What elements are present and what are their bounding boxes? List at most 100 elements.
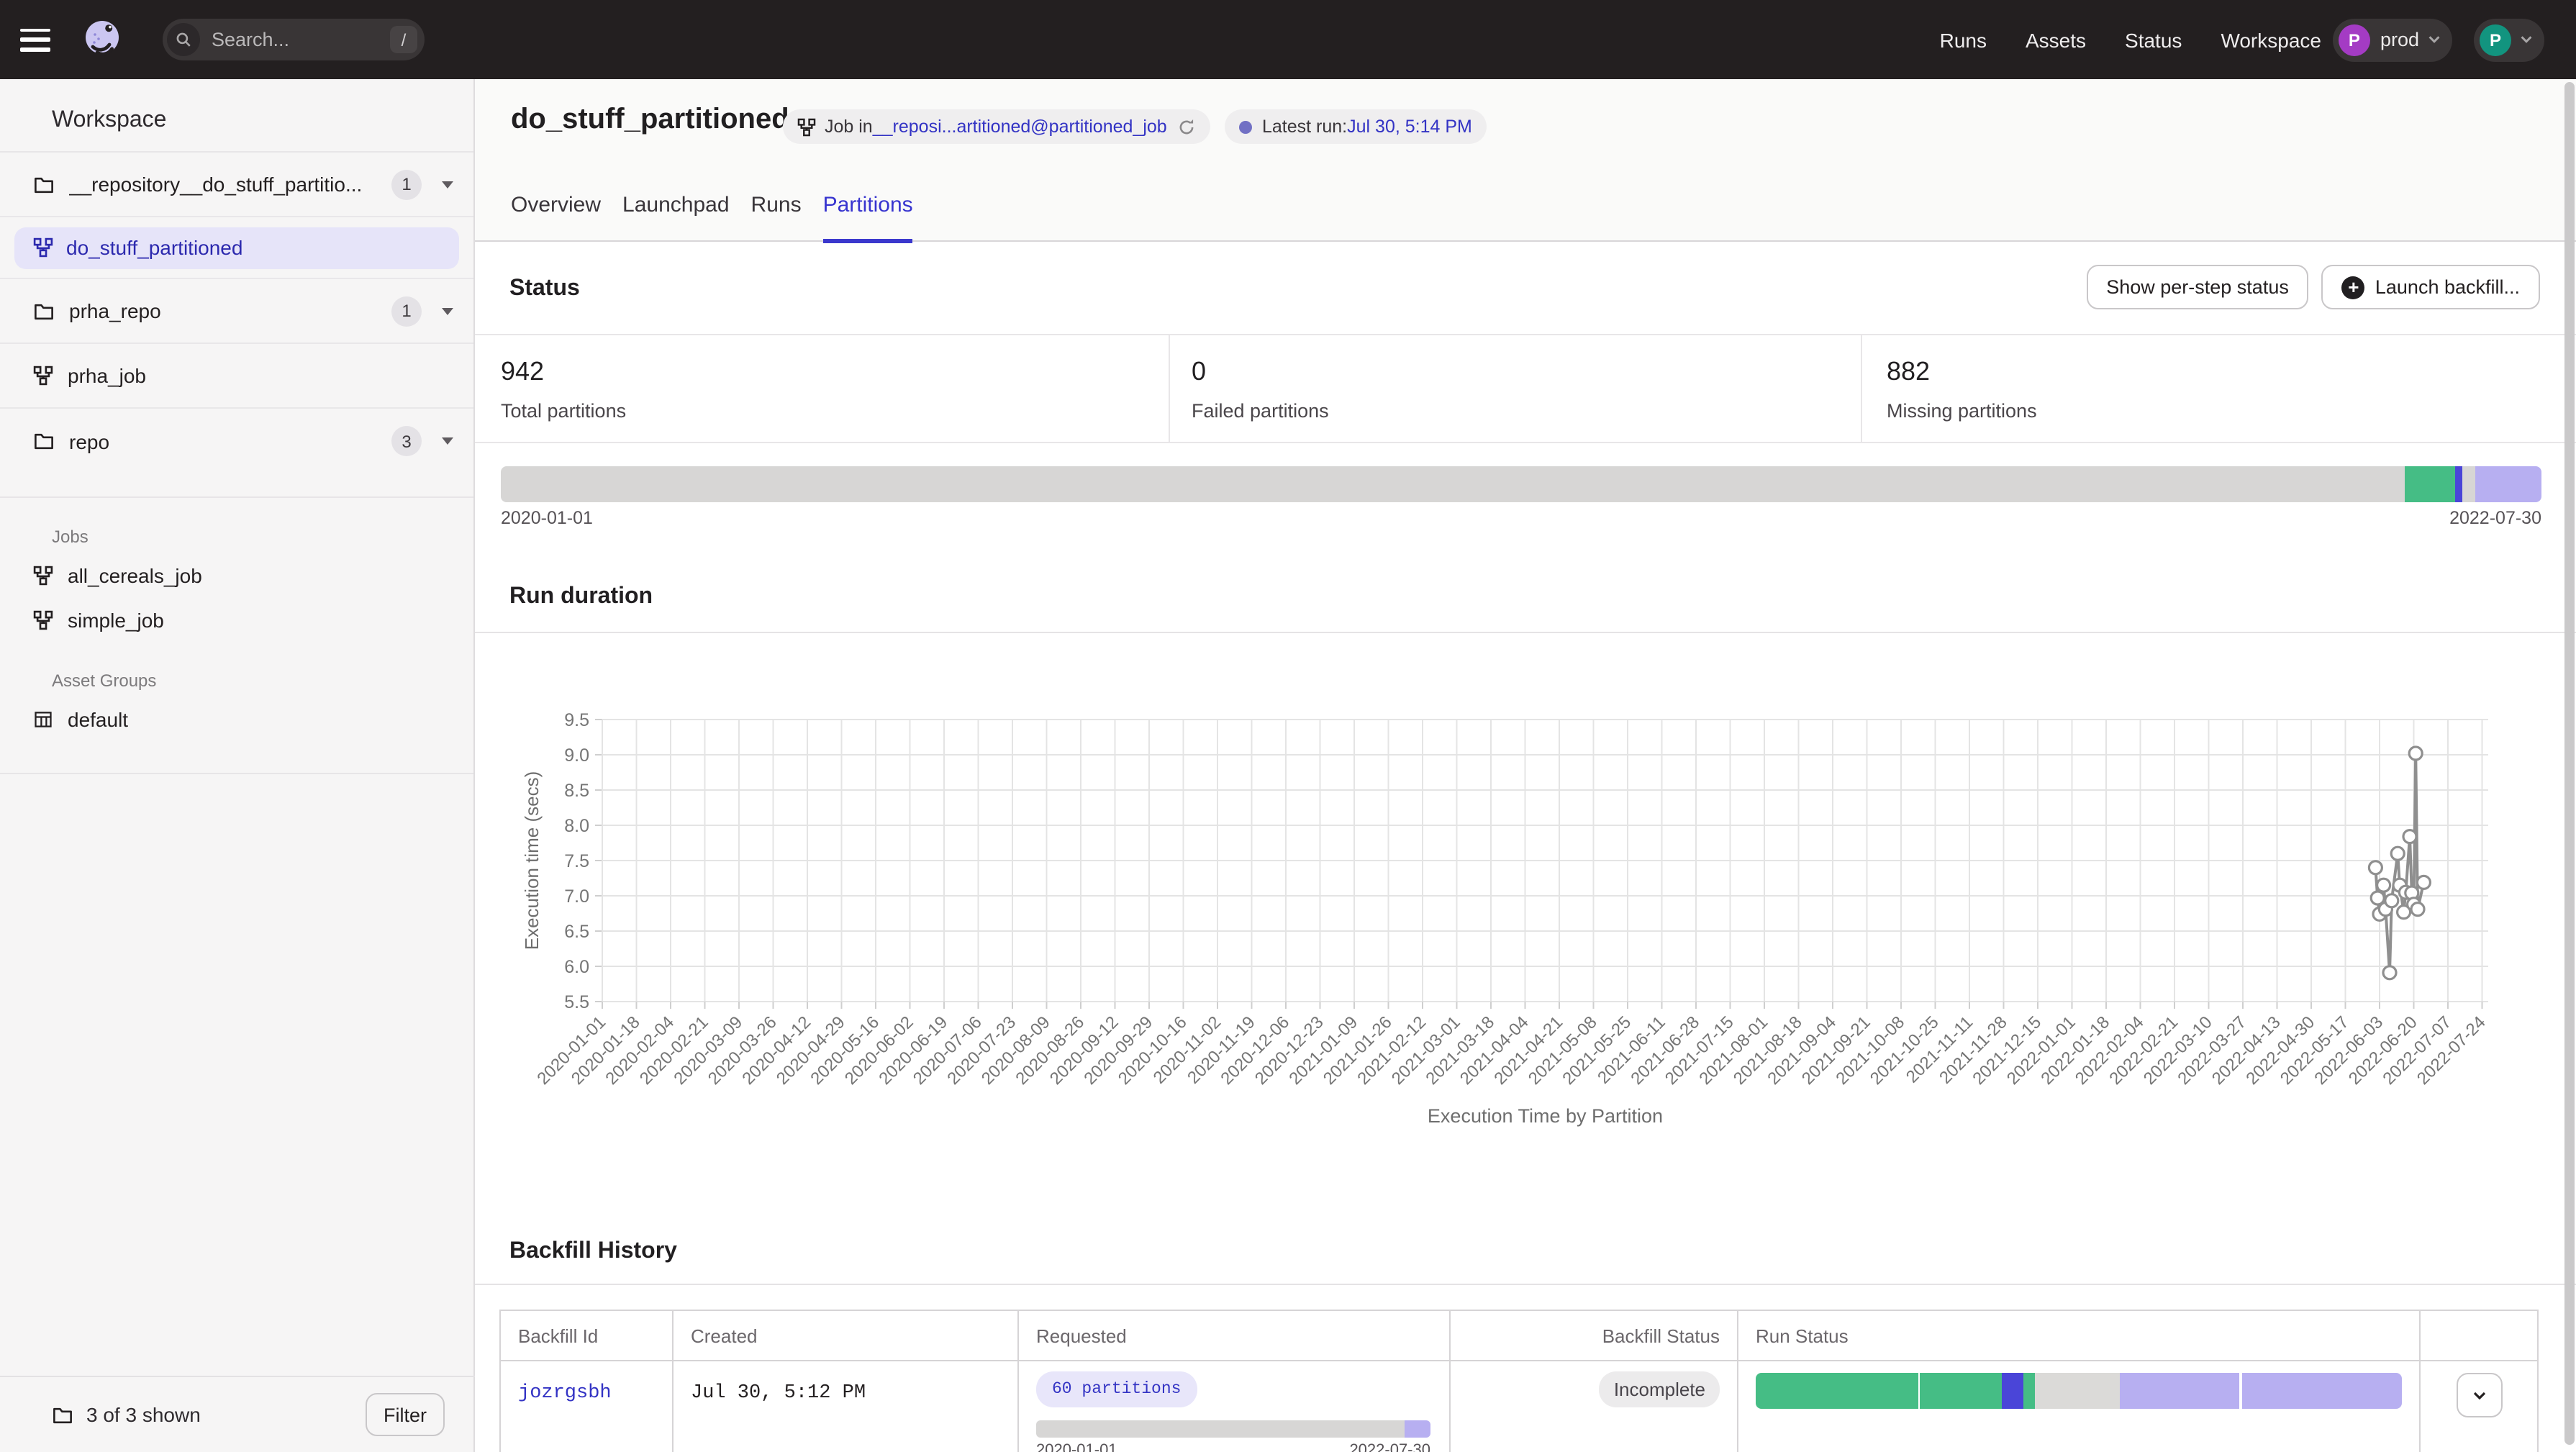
caret-down-icon[interactable] [442,181,453,188]
stat-missing-partitions: 882 Missing partitions [1861,335,2576,442]
caret-down-icon[interactable] [442,437,453,445]
partition-bar-range: 2020-01-01 2022-07-30 [501,508,2541,528]
folder-icon [33,300,55,322]
search-input[interactable]: Search... / [163,19,425,60]
app-window: Search... / Runs Assets Status Workspace… [0,0,2576,1452]
job-origin-link[interactable]: __reposi...artitioned@partitioned_job [873,117,1167,137]
run-duration-heading: Run duration [509,584,653,610]
run-duration-chart: 5.56.06.57.07.58.08.59.09.52020-01-01202… [475,633,2576,1151]
search-shortcut-badge: / [390,26,417,53]
svg-text:6.0: 6.0 [564,957,589,977]
nav-link-assets[interactable]: Assets [2026,28,2086,51]
svg-text:8.5: 8.5 [564,781,589,801]
sidebar-item-label: do_stuff_partitioned [66,236,242,259]
nav-link-runs[interactable]: Runs [1940,28,1987,51]
sidebar-row: do_stuff_partitioned [0,217,473,279]
run-status-dot-icon [1239,120,1252,133]
deployment-name: prod [2380,29,2419,50]
nav-link-workspace[interactable]: Workspace [2221,28,2321,51]
tab-overview[interactable]: Overview [511,193,601,243]
cell-run-status [1738,1361,2421,1452]
folder-icon [33,173,55,195]
partition-status-bar[interactable] [501,466,2541,502]
sidebar-item-do-stuff-partitioned-selected[interactable]: do_stuff_partitioned [14,227,459,268]
stat-label: Failed partitions [1192,400,1861,422]
requested-range-bar [1036,1420,1430,1438]
asset-groups-section-header: Asset Groups [0,642,473,696]
status-heading: Status [509,276,580,302]
caret-down-icon[interactable] [442,307,453,314]
item-count-badge: 3 [391,426,422,456]
sidebar-item-simple-job[interactable]: simple_job [0,597,473,642]
divider [475,1284,2576,1285]
svg-text:Execution time (secs): Execution time (secs) [521,771,543,950]
sidebar-item-label: simple_job [68,608,164,631]
latest-run-chip: Latest run: Jul 30, 5:14 PM [1225,109,1487,144]
tab-runs[interactable]: Runs [751,193,802,243]
folder-icon [52,1404,73,1425]
svg-text:6.5: 6.5 [564,922,589,942]
job-icon [33,237,53,258]
user-avatar: P [2480,24,2511,55]
backfill-status-badge: Incomplete [1600,1371,1720,1407]
sidebar-item-repository-do-stuff[interactable]: __repository__do_stuff_partitio... 1 [0,153,473,217]
requested-range-labels: 2020-01-01 2022-07-30 [1036,1442,1430,1452]
latest-run-link[interactable]: Jul 30, 5:14 PM [1347,117,1472,137]
chevron-down-icon [2470,1387,2487,1404]
backfill-id-link[interactable]: jozrgsbh [518,1383,612,1405]
divider [0,773,473,774]
partition-range-end: 2022-07-30 [2449,508,2541,528]
filter-button[interactable]: Filter [366,1393,445,1436]
launch-backfill-button[interactable]: + Launch backfill... [2322,265,2540,309]
cell-actions [2421,1361,2537,1452]
tab-launchpad[interactable]: Launchpad [622,193,730,243]
folder-icon [33,430,55,452]
nav-link-status[interactable]: Status [2125,28,2182,51]
sidebar-item-all-cereals-job[interactable]: all_cereals_job [0,553,473,597]
job-icon [33,609,53,630]
sidebar-item-repo[interactable]: repo 3 [0,409,473,473]
sidebar-footer: 3 of 3 shown Filter [0,1376,475,1452]
item-count-badge: 1 [391,296,422,326]
stat-label: Total partitions [501,400,1169,422]
dagster-logo-icon[interactable] [79,17,125,63]
svg-text:9.0: 9.0 [564,745,589,766]
svg-text:7.0: 7.0 [564,886,589,907]
stat-total-partitions: 942 Total partitions [475,335,1169,442]
sidebar-item-default-group[interactable]: default [0,696,473,741]
cell-backfill-id: jozrgsbh [501,1361,674,1452]
tab-partitions[interactable]: Partitions [823,193,913,243]
sidebar-item-prha-job[interactable]: prha_job [0,344,473,409]
stat-value: 882 [1887,357,2576,387]
expand-row-button[interactable] [2456,1373,2502,1417]
column-header-actions [2421,1311,2537,1361]
cell-requested: 60 partitions 2020-01-01 2022-07-30 [1019,1361,1451,1452]
sidebar-item-prha-repo[interactable]: prha_repo 1 [0,279,473,344]
job-icon [33,366,53,386]
shown-count: 3 of 3 shown [86,1403,201,1426]
sidebar-item-label: repo [69,430,109,453]
requested-partitions-chip[interactable]: 60 partitions [1036,1371,1197,1407]
hamburger-menu-icon[interactable] [20,28,50,51]
column-header-run-status: Run Status [1738,1311,2421,1361]
item-count-badge: 1 [391,169,422,199]
run-status-bar[interactable] [1756,1373,2402,1409]
chevron-down-icon [2518,32,2534,47]
page-scrollbar[interactable] [2564,82,2575,1445]
deployment-switcher[interactable]: P prod [2333,18,2452,61]
requested-range-end: 2022-07-30 [1349,1442,1430,1452]
search-icon [167,23,200,56]
user-menu[interactable]: P [2474,18,2544,61]
requested-range-start: 2020-01-01 [1036,1442,1117,1452]
show-per-step-status-button[interactable]: Show per-step status [2086,265,2309,309]
stat-value: 0 [1192,357,1861,387]
cell-created: Jul 30, 5:12 PM [674,1361,1019,1452]
backfill-table: Backfill Id Created Requested Backfill S… [499,1310,2539,1452]
job-origin-chip: Job in __reposi...artitioned@partitioned… [783,109,1210,144]
svg-text:Execution Time by Partition: Execution Time by Partition [1428,1105,1663,1127]
asset-group-icon [33,709,53,729]
svg-text:7.5: 7.5 [564,851,589,871]
created-timestamp: Jul 30, 5:12 PM [691,1383,866,1405]
refresh-icon[interactable] [1177,117,1196,136]
stat-label: Missing partitions [1887,400,2576,422]
